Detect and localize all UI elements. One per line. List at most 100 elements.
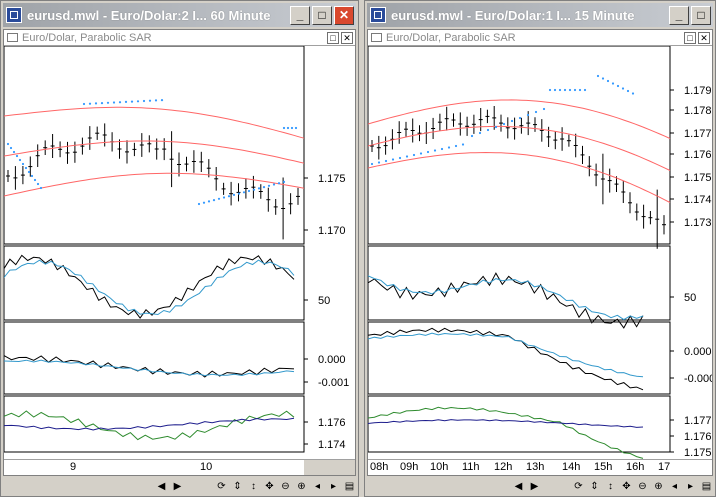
sar-dot — [39, 186, 43, 190]
sar-dot — [502, 122, 506, 126]
sar-dot — [578, 88, 582, 92]
menu-icon[interactable]: ▤ — [343, 480, 356, 493]
time-axis-label: 16h — [626, 461, 645, 473]
sar-dot — [542, 107, 546, 111]
zoom-fit-icon[interactable]: ⇕ — [231, 480, 244, 493]
sar-dot — [419, 152, 423, 155]
maximize-button[interactable]: □ — [691, 5, 711, 25]
sar-dot — [426, 150, 430, 154]
time-axis: 08h 09h 10h 11h 12h 13h 14h 15h 16h 17 — [368, 459, 712, 475]
sar-dot — [282, 126, 286, 130]
axis-tick-label: 1.175 — [684, 447, 712, 459]
close-chart-button[interactable]: ✕ — [341, 31, 353, 44]
sar-dot — [611, 82, 615, 85]
chart-header-label: Euro/Dolar, Parabolic SAR — [386, 31, 516, 44]
vertical-move-icon[interactable]: ↕ — [247, 480, 260, 493]
status-bar: ◀ ▶ ⟳ ⇕ ↕ ✥ ⊖ ⊕ ◂ ▸ ▤ — [367, 477, 713, 495]
sar-dot — [136, 100, 140, 103]
chart-header: Euro/Dolar, Parabolic SAR □ ✕ — [368, 30, 712, 46]
sar-dot — [160, 99, 164, 102]
scroll-left-icon[interactable]: ◀ — [155, 480, 168, 493]
sar-dot — [398, 156, 402, 160]
axis-tick-label: 1.176 — [318, 417, 346, 429]
sar-dot — [242, 191, 246, 194]
panel-frame — [4, 46, 305, 245]
chart-window-15-minute[interactable]: eurusd.mwl - Euro/Dolar:1 I... 15 Minute… — [364, 0, 716, 497]
time-axis-label: 11h — [462, 461, 480, 473]
indicator-line-a — [368, 406, 644, 459]
restore-chart-button[interactable]: □ — [684, 31, 696, 44]
menu-icon[interactable]: ▤ — [700, 480, 713, 493]
chart-area[interactable]: Euro/Dolar, Parabolic SAR □ ✕ 1.175 1.170… — [3, 29, 356, 476]
zoom-in-icon[interactable]: ⊕ — [652, 480, 665, 493]
restore-chart-button[interactable]: □ — [327, 31, 339, 44]
sar-dot — [148, 99, 152, 102]
panel-frame — [4, 395, 305, 453]
axis-tick-label: 1.174 — [684, 194, 712, 206]
bollinger-middle-line — [368, 125, 671, 171]
scroll-right-icon[interactable]: ▶ — [528, 480, 541, 493]
refresh-icon[interactable]: ⟳ — [572, 480, 585, 493]
minimize-button[interactable]: _ — [669, 5, 689, 25]
sar-dot — [412, 153, 416, 157]
sar-dot — [15, 154, 19, 158]
axis-tick-label: 1.179 — [684, 85, 712, 97]
time-axis-label: 14h — [562, 461, 581, 473]
close-button[interactable]: ✕ — [334, 5, 354, 25]
charts-svg[interactable]: 1.175 1.170 50 0.000 -0.001 1.176 1.174 — [4, 46, 356, 466]
axis-tick-label: 1.176 — [684, 149, 712, 161]
vertical-move-icon[interactable]: ↕ — [604, 480, 617, 493]
title-bar[interactable]: eurusd.mwl - Euro/Dolar:1 I... 15 Minute… — [367, 3, 713, 27]
minimize-button[interactable]: _ — [290, 5, 310, 25]
sar-dot — [94, 102, 98, 105]
sar-dot — [370, 162, 374, 166]
axis-tick-label: -0.001 — [318, 377, 349, 389]
sar-dot — [12, 150, 16, 154]
zoom-out-icon[interactable]: ⊖ — [636, 480, 649, 493]
sar-dot — [124, 100, 128, 103]
zoom-out-icon[interactable]: ⊖ — [279, 480, 292, 493]
macd-signal-line — [4, 359, 295, 377]
sar-dot — [558, 88, 562, 92]
chart-icon — [371, 33, 382, 42]
zoom-fit-icon[interactable]: ⇕ — [588, 480, 601, 493]
time-axis-label: 10h — [430, 461, 449, 473]
bollinger-lower-line — [4, 172, 305, 197]
scroll-left-icon[interactable]: ◀ — [512, 480, 525, 493]
page-left-icon[interactable]: ◂ — [668, 480, 681, 493]
axis-tick-label: 1.177 — [684, 128, 712, 140]
sar-dot — [227, 195, 231, 198]
page-left-icon[interactable]: ◂ — [311, 480, 324, 493]
page-right-icon[interactable]: ▸ — [684, 480, 697, 493]
chart-header: Euro/Dolar, Parabolic SAR □ ✕ — [4, 30, 355, 46]
axis-tick-label: 1.176 — [684, 431, 712, 443]
axis-tick-label: 0.000 — [318, 354, 346, 366]
scroll-right-icon[interactable]: ▶ — [171, 480, 184, 493]
time-axis: 9 10 — [4, 459, 355, 475]
sar-dot — [130, 100, 134, 103]
sar-dot — [470, 134, 474, 138]
charts-svg[interactable]: 1.179 1.178 1.177 1.176 1.175 1.174 1.173 50 0.0… — [368, 46, 713, 466]
sar-dot — [36, 182, 40, 186]
indicator-line-a — [4, 410, 295, 441]
pan-icon[interactable]: ✥ — [263, 480, 276, 493]
axis-tick-label: 1.173 — [684, 217, 712, 229]
sar-dot — [267, 184, 271, 187]
zoom-in-icon[interactable]: ⊕ — [295, 480, 308, 493]
pan-icon[interactable]: ✥ — [620, 480, 633, 493]
chart-area[interactable]: Euro/Dolar, Parabolic SAR □ ✕ 1.179 1.178… — [367, 29, 713, 476]
close-chart-button[interactable]: ✕ — [698, 31, 710, 44]
time-axis-label: 09h — [400, 461, 419, 473]
time-axis-label: 13h — [526, 461, 545, 473]
bollinger-upper-line — [368, 99, 671, 139]
title-bar[interactable]: eurusd.mwl - Euro/Dolar:2 I... 60 Minute… — [3, 3, 356, 27]
sar-dot — [494, 125, 498, 129]
maximize-button[interactable]: □ — [312, 5, 332, 25]
chart-window-60-minute[interactable]: eurusd.mwl - Euro/Dolar:2 I... 60 Minute… — [0, 0, 359, 497]
page-right-icon[interactable]: ▸ — [327, 480, 340, 493]
sar-dot — [222, 196, 226, 199]
sar-dot — [232, 193, 236, 196]
sar-dot — [290, 126, 294, 130]
sar-dot — [9, 146, 13, 150]
refresh-icon[interactable]: ⟳ — [215, 480, 228, 493]
